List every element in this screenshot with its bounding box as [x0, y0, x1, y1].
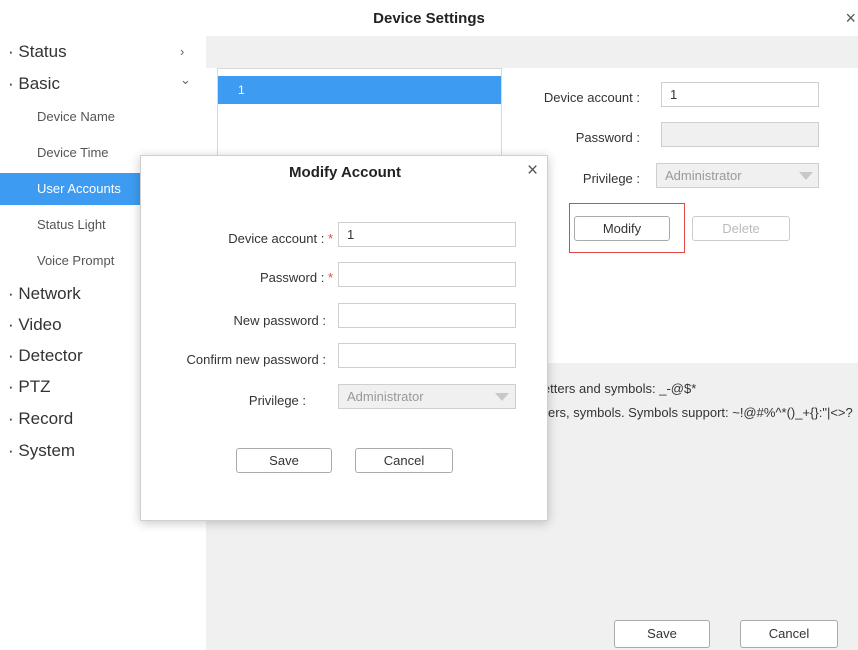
- device-account-label: Device account :: [543, 90, 640, 105]
- close-icon[interactable]: ×: [527, 160, 538, 182]
- sidebar-item-basic[interactable]: · Basic ⌄: [0, 68, 206, 100]
- save-button[interactable]: Save: [614, 620, 710, 648]
- label-text: Device account :: [228, 231, 325, 246]
- modal-privilege-select: Administrator: [338, 384, 516, 409]
- privilege-value: Administrator: [665, 168, 742, 183]
- modal-privilege-label: Privilege :: [248, 393, 306, 408]
- sidebar-item-status[interactable]: · Status ›: [0, 36, 206, 68]
- required-asterisk: *: [327, 231, 333, 246]
- modal-password-field[interactable]: [338, 262, 516, 287]
- sidebar-item-label: · Status: [8, 42, 67, 61]
- dropdown-arrow-icon: [799, 172, 813, 180]
- device-account-field[interactable]: 1: [661, 82, 819, 107]
- close-icon[interactable]: ×: [845, 8, 856, 29]
- privilege-select: Administrator: [656, 163, 819, 188]
- window-titlebar: Device Settings ×: [0, 0, 858, 36]
- modal-device-account-field[interactable]: 1: [338, 222, 516, 247]
- sidebar-subitem-device-name[interactable]: Device Name: [0, 101, 206, 133]
- account-list-row[interactable]: 1: [218, 76, 501, 104]
- privilege-value: Administrator: [347, 389, 424, 404]
- required-asterisk: *: [327, 270, 333, 285]
- modal-device-account-label: Device account : *: [161, 231, 333, 246]
- modal-confirm-password-field[interactable]: [338, 343, 516, 368]
- modify-button[interactable]: Modify: [574, 216, 670, 241]
- delete-button: Delete: [692, 216, 790, 241]
- modal-password-label: Password : *: [161, 270, 333, 285]
- password-hint-line-2: ers, symbols. Symbols support: ~!@#%^*()…: [548, 405, 853, 420]
- modal-confirm-password-label: Confirm new password :: [186, 352, 326, 367]
- dropdown-arrow-icon: [495, 393, 509, 401]
- dialog-title: Modify Account: [289, 164, 401, 181]
- modal-new-password-label: New password :: [233, 313, 326, 328]
- modify-account-dialog: Modify Account × Device account : * 1 Pa…: [140, 155, 548, 521]
- modal-cancel-button[interactable]: Cancel: [355, 448, 453, 473]
- modal-new-password-field[interactable]: [338, 303, 516, 328]
- password-field: [661, 122, 819, 147]
- label-text: Password :: [260, 270, 325, 285]
- password-label: Password :: [575, 130, 640, 145]
- cancel-button[interactable]: Cancel: [740, 620, 838, 648]
- chevron-down-icon: ⌄: [180, 72, 191, 87]
- sidebar-item-label: · Basic: [8, 74, 60, 93]
- window-title: Device Settings: [373, 10, 485, 27]
- modal-save-button[interactable]: Save: [236, 448, 332, 473]
